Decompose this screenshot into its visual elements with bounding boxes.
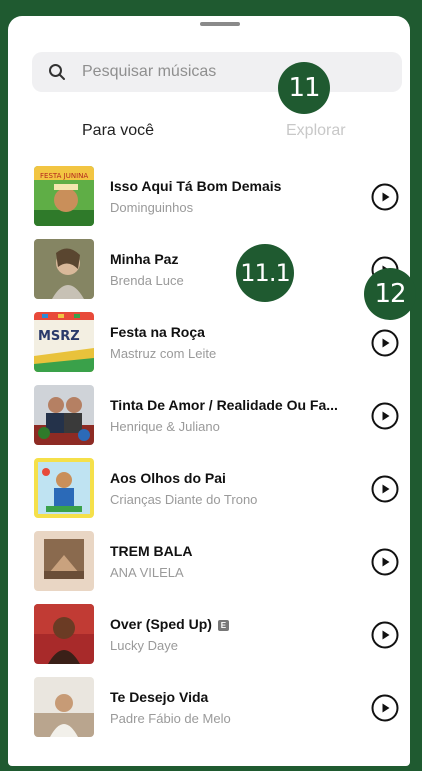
- song-artist: Dominguinhos: [110, 200, 194, 215]
- song-artist: ANA VILELA: [110, 565, 184, 580]
- album-cover: [34, 458, 94, 518]
- explicit-badge: E: [217, 620, 229, 631]
- album-cover: MSRZ: [34, 312, 94, 372]
- list-item[interactable]: Aos Olhos do Pai Crianças Diante do Tron…: [8, 452, 410, 525]
- search-icon: [46, 61, 68, 83]
- album-cover: [34, 531, 94, 591]
- music-picker-sheet: Para você Explorar FESTA JUNINA Isso Aqu…: [8, 16, 410, 766]
- song-title: Isso Aqui Tá Bom Demais: [110, 178, 282, 194]
- list-item[interactable]: Te Desejo Vida Padre Fábio de Melo: [8, 671, 410, 744]
- annotation-badge-11-1: 11.1: [236, 244, 294, 302]
- list-item[interactable]: Tinta De Amor / Realidade Ou Fa... Henri…: [8, 379, 410, 452]
- annotation-badge-12: 12: [364, 268, 416, 320]
- list-item[interactable]: Minha Paz Brenda Luce: [8, 233, 410, 306]
- play-icon[interactable]: [370, 620, 400, 650]
- album-cover: [34, 677, 94, 737]
- song-artist: Crianças Diante do Trono: [110, 492, 258, 507]
- album-cover: [34, 604, 94, 664]
- song-artist: Henrique & Juliano: [110, 419, 220, 434]
- song-title: TREM BALA: [110, 543, 193, 559]
- song-title: Minha Paz: [110, 251, 179, 267]
- album-cover: [34, 239, 94, 299]
- play-icon[interactable]: [370, 474, 400, 504]
- list-item[interactable]: TREM BALA ANA VILELA: [8, 525, 410, 598]
- play-icon[interactable]: [370, 401, 400, 431]
- list-item[interactable]: FESTA JUNINA Isso Aqui Tá Bom Demais Dom…: [8, 160, 410, 233]
- song-title: Over (Sped Up) E: [110, 616, 229, 632]
- list-item[interactable]: MSRZ Festa na Roça Mastruz com Leite: [8, 306, 410, 379]
- play-icon[interactable]: [370, 547, 400, 577]
- search-bar[interactable]: [32, 52, 402, 92]
- tab-for-you[interactable]: Para você: [82, 122, 154, 140]
- song-list: FESTA JUNINA Isso Aqui Tá Bom Demais Dom…: [8, 160, 410, 744]
- tab-explore[interactable]: Explorar: [286, 122, 346, 140]
- search-input[interactable]: [80, 62, 384, 82]
- cover-text: FESTA JUNINA: [40, 172, 88, 180]
- song-title: Aos Olhos do Pai: [110, 470, 226, 486]
- song-title: Te Desejo Vida: [110, 689, 209, 705]
- song-title: Tinta De Amor / Realidade Ou Fa...: [110, 397, 338, 413]
- play-icon[interactable]: [370, 328, 400, 358]
- song-artist: Mastruz com Leite: [110, 346, 217, 361]
- album-cover: FESTA JUNINA: [34, 166, 94, 226]
- song-artist: Brenda Luce: [110, 273, 184, 288]
- annotation-badge-11: 11: [278, 62, 330, 114]
- song-title: Festa na Roça: [110, 324, 205, 340]
- song-artist: Padre Fábio de Melo: [110, 711, 231, 726]
- drag-handle[interactable]: [200, 22, 240, 26]
- play-icon[interactable]: [370, 693, 400, 723]
- cover-text: MSRZ: [38, 329, 80, 344]
- album-cover: [34, 385, 94, 445]
- list-item[interactable]: Over (Sped Up) E Lucky Daye: [8, 598, 410, 671]
- song-title-text: Over (Sped Up): [110, 616, 212, 632]
- song-artist: Lucky Daye: [110, 638, 178, 653]
- play-icon[interactable]: [370, 182, 400, 212]
